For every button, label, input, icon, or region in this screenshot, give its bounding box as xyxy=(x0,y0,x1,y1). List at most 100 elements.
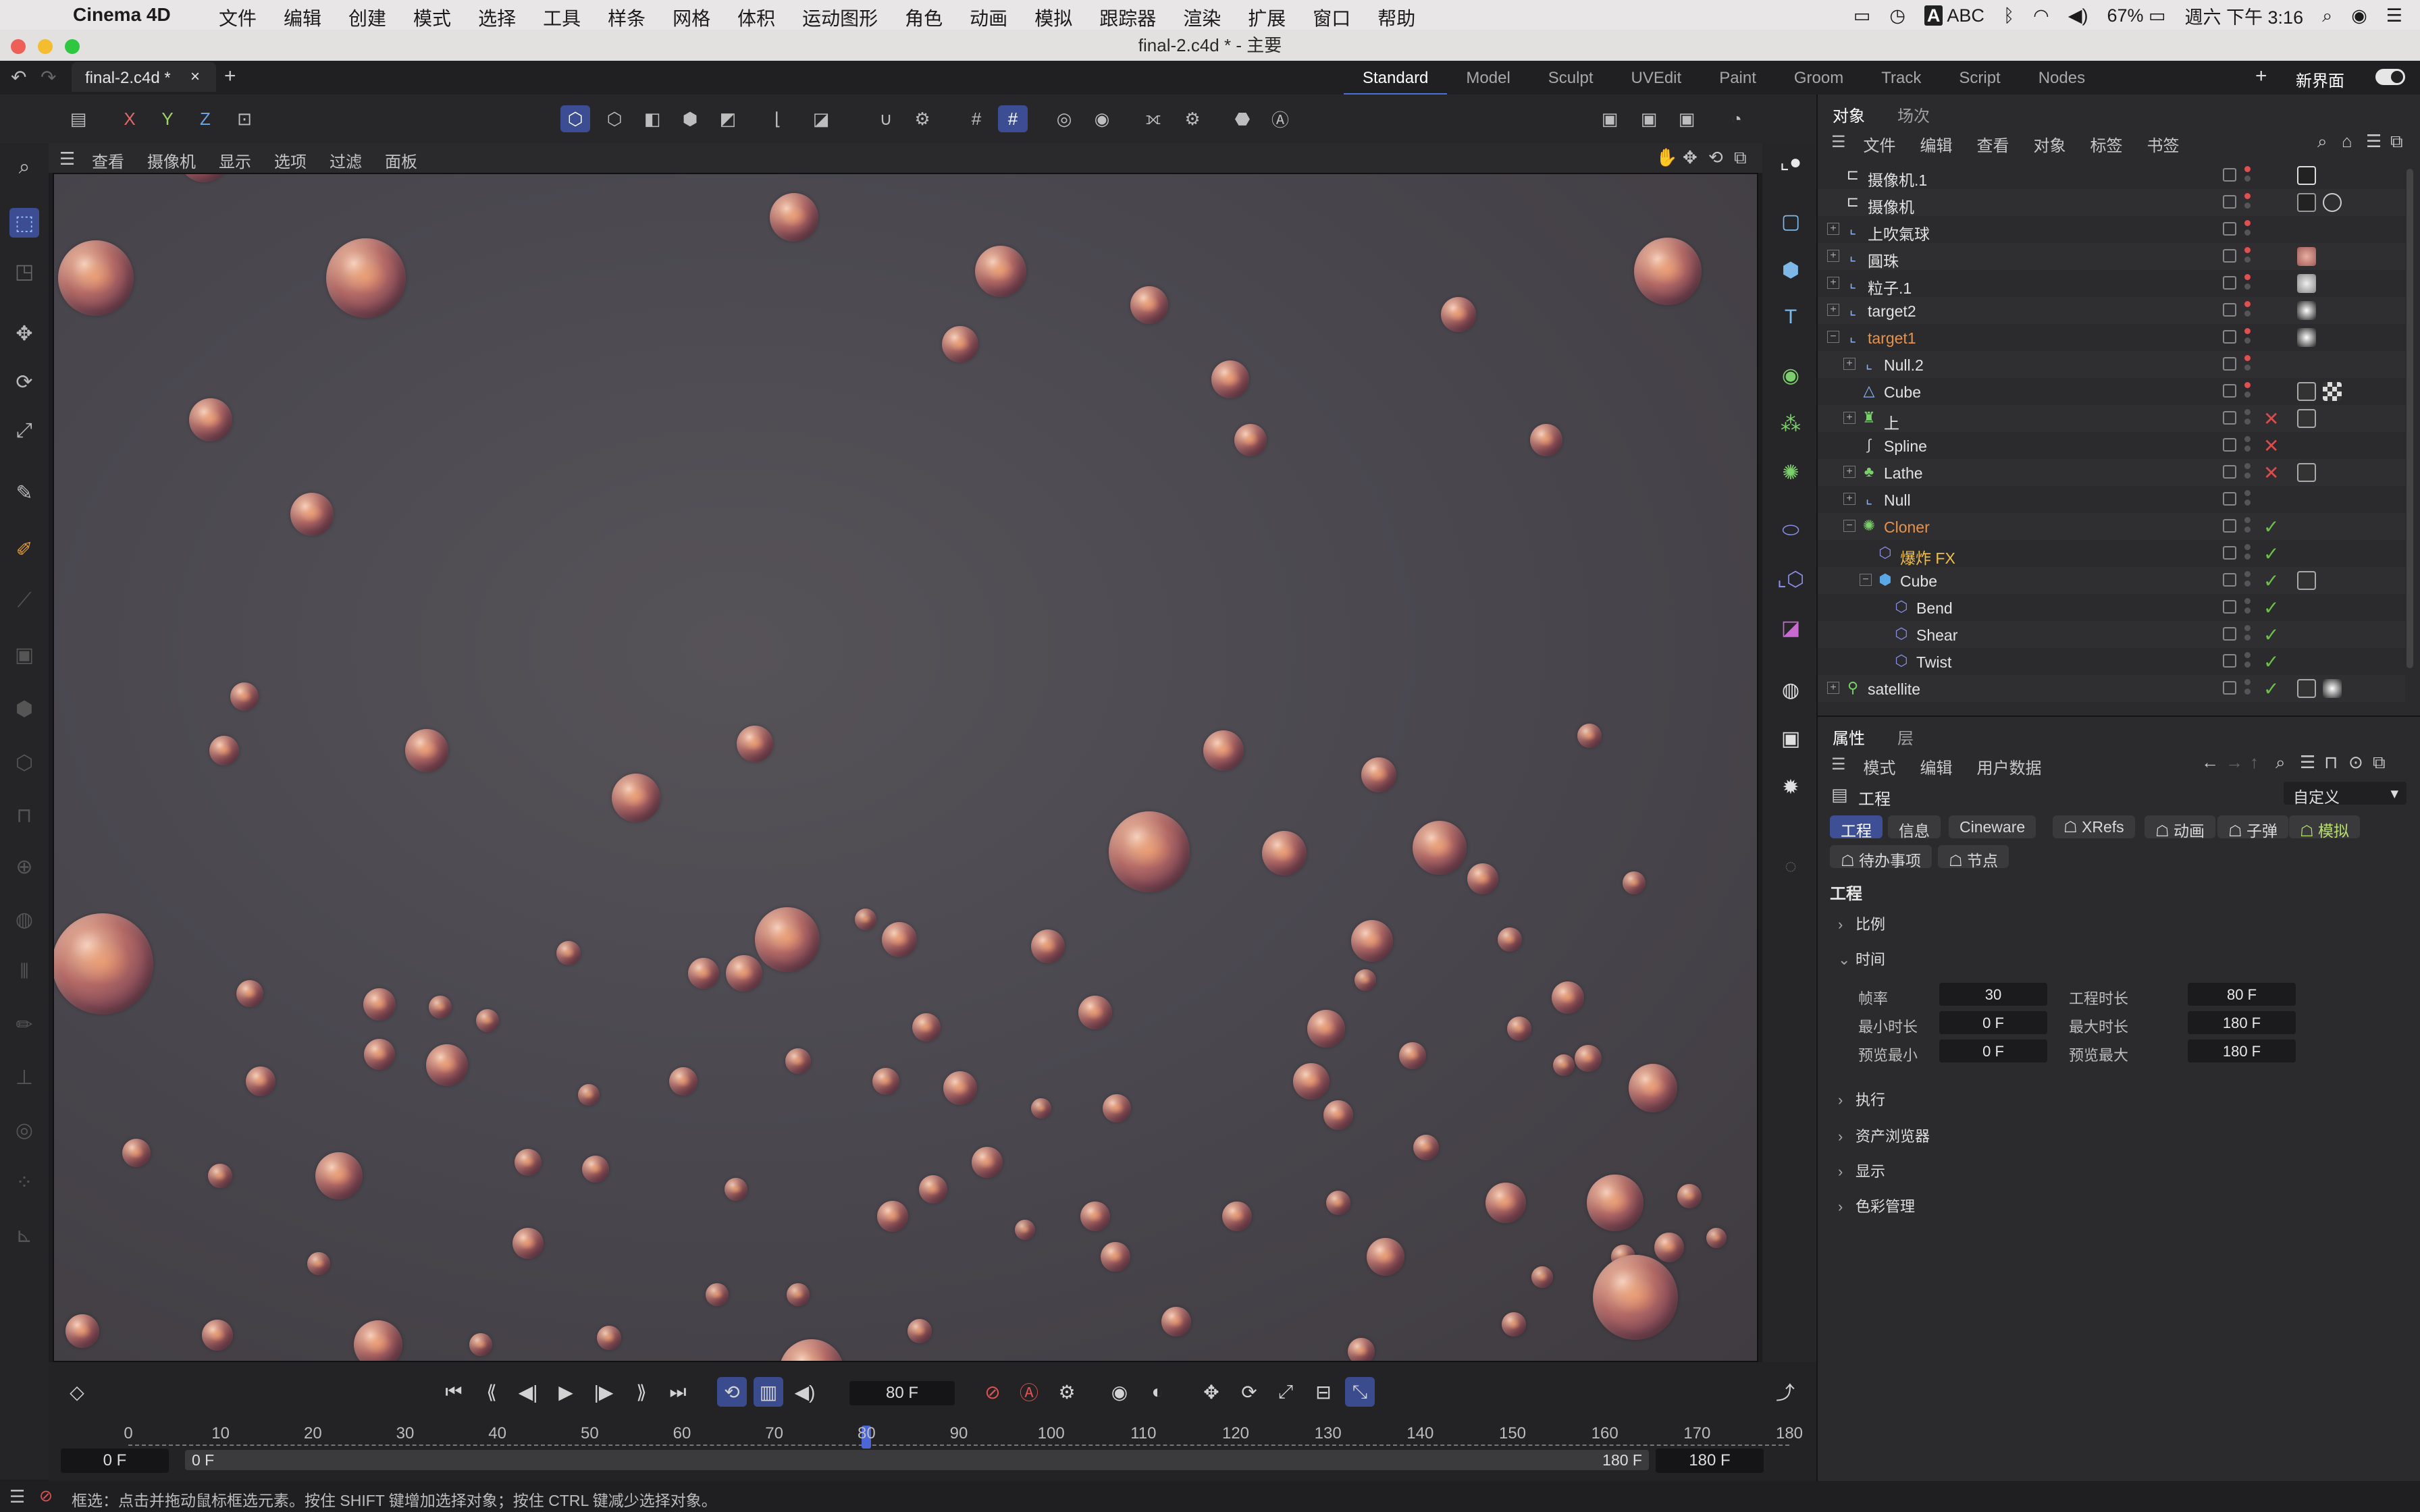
stamp-tool-icon[interactable]: ⊥ xyxy=(9,1062,39,1092)
enabled-check-icon[interactable]: ✓ xyxy=(2263,624,2279,646)
pen-tool-icon[interactable]: ✎ xyxy=(9,478,39,508)
phong-tag-icon[interactable] xyxy=(2297,409,2316,428)
visibility-dots[interactable] xyxy=(2244,571,2251,590)
preset-dropdown[interactable]: 自定义 ▾ xyxy=(2284,782,2406,806)
menu-item[interactable]: 样条 xyxy=(608,4,646,31)
phong-tag-icon[interactable] xyxy=(2297,679,2316,698)
layer-checkbox[interactable] xyxy=(2223,195,2236,209)
expand-toggle[interactable]: + xyxy=(1827,304,1839,316)
previous-frame-icon[interactable]: ◀| xyxy=(513,1377,543,1407)
visibility-dots[interactable] xyxy=(2244,193,2251,212)
enabled-check-icon[interactable]: ✓ xyxy=(2263,516,2279,538)
render-picture-viewer-icon[interactable]: ▣ xyxy=(1634,105,1664,132)
points-tool-icon[interactable]: ⁘ xyxy=(9,1168,39,1197)
preview-range-bar[interactable]: 0 F 180 F xyxy=(185,1450,1649,1470)
expand-toggle[interactable]: − xyxy=(1827,331,1839,343)
param-key-icon[interactable]: ⊟ xyxy=(1309,1377,1338,1407)
auto-solo-icon[interactable]: Ⓐ xyxy=(1265,105,1295,132)
timeline-window-icon[interactable]: ⤴ xyxy=(1770,1377,1800,1407)
layer-checkbox[interactable] xyxy=(2223,303,2236,317)
layer-checkbox[interactable] xyxy=(2223,573,2236,587)
attr-subtab[interactable]: ☖ 待办事项 xyxy=(1830,845,1932,869)
time-field-input[interactable]: 80 F xyxy=(2188,983,2296,1006)
object-row[interactable]: ⬡ Twist ✓ xyxy=(1818,648,2405,675)
disabled-tag-icon[interactable] xyxy=(2323,193,2342,212)
bevel-tool-icon[interactable]: ⬡ xyxy=(9,748,39,778)
object-row[interactable]: ⊏ 摄像机 xyxy=(1818,189,2405,216)
visibility-dots[interactable] xyxy=(2244,220,2251,239)
redshift-icon[interactable]: ◔ xyxy=(1722,105,1752,132)
up-arrow-icon[interactable]: ↑ xyxy=(2250,752,2259,773)
time-field-input[interactable]: 0 F xyxy=(1939,1040,2047,1062)
edges-mode-icon[interactable]: ◧ xyxy=(637,105,667,132)
visibility-dots[interactable] xyxy=(2244,679,2251,698)
attr-subtab[interactable]: Cineware xyxy=(1949,815,2036,838)
visibility-dots[interactable] xyxy=(2244,355,2251,374)
viewport-hamburger-icon[interactable]: ☰ xyxy=(59,148,75,169)
light-object-icon[interactable]: ✹ xyxy=(1774,771,1807,803)
object-row[interactable]: − ⌞ target1 xyxy=(1818,324,2405,351)
expand-toggle[interactable]: + xyxy=(1843,358,1856,370)
layer-checkbox[interactable] xyxy=(2223,249,2236,263)
object-row[interactable]: + ⌞ 上吹氣球 xyxy=(1818,216,2405,243)
attr-subtab[interactable]: ☖ 子弹 xyxy=(2217,815,2289,840)
measure-tool-icon[interactable]: ⊾ xyxy=(9,1220,39,1250)
material-tag-icon[interactable] xyxy=(2297,247,2316,266)
attr-group-header[interactable]: › 比例 xyxy=(1838,913,1885,934)
layout-tab[interactable]: Groom xyxy=(1775,69,1862,96)
x-axis-lock[interactable]: X xyxy=(115,105,144,132)
object-menu-item[interactable]: 书签 xyxy=(2147,132,2180,156)
scale-icon[interactable]: ⤢ xyxy=(9,416,39,446)
phong-tag-icon[interactable] xyxy=(2297,463,2316,482)
menu-item[interactable]: 体积 xyxy=(737,4,775,31)
z-axis-lock[interactable]: Z xyxy=(190,105,220,132)
object-row[interactable]: − ⬢ Cube ✓ xyxy=(1818,567,2405,594)
attr-menu-item[interactable]: 模式 xyxy=(1864,755,1896,778)
object-row[interactable]: − ✺ Cloner ✓ xyxy=(1818,513,2405,540)
effector-icon[interactable]: ✺ xyxy=(1774,456,1807,489)
filter-icon[interactable]: ☰ xyxy=(2366,131,2382,152)
brush-tool-icon[interactable]: ✐ xyxy=(9,535,39,564)
keyframe-icon[interactable]: ◇ xyxy=(62,1377,92,1407)
time-field-input[interactable]: 0 F xyxy=(1939,1011,2047,1034)
attr-menu-item[interactable]: 编辑 xyxy=(1920,755,1953,778)
end-frame-field[interactable]: 180 F xyxy=(1656,1449,1764,1473)
attr-subtab[interactable]: ☖ 动画 xyxy=(2145,815,2216,840)
knife-tool-icon[interactable]: ⟋ xyxy=(9,586,39,616)
box-selection-icon[interactable]: ⬚ xyxy=(9,208,39,238)
play-icon[interactable]: ▶ xyxy=(551,1377,581,1407)
orbit-icon[interactable]: ⟲ xyxy=(1708,147,1723,168)
camera-object-icon[interactable]: ▣ xyxy=(1774,722,1807,755)
layout-tab[interactable]: Sculpt xyxy=(1529,69,1612,96)
expand-toggle[interactable]: − xyxy=(1860,574,1872,586)
null-object-icon[interactable]: ⌞● xyxy=(1774,146,1807,178)
loop-icon[interactable]: ⟲ xyxy=(717,1377,747,1407)
object-row[interactable]: + ⌞ Null xyxy=(1818,486,2405,513)
visibility-dots[interactable] xyxy=(2244,436,2251,455)
expand-toggle[interactable]: + xyxy=(1827,223,1839,235)
search-icon[interactable]: ⌕ xyxy=(2317,131,2327,153)
visibility-dots[interactable] xyxy=(2244,517,2251,536)
attr-subtab[interactable]: ☖ XRefs xyxy=(2053,815,2135,838)
expand-toggle[interactable]: + xyxy=(1827,682,1839,694)
attr-subtab[interactable]: 信息 xyxy=(1888,815,1941,840)
menu-item[interactable]: 选择 xyxy=(478,4,516,31)
object-row[interactable]: + ⌞ 粒子.1 xyxy=(1818,270,2405,297)
expand-toggle[interactable]: + xyxy=(1827,250,1839,262)
rotation-key-icon[interactable]: ⟳ xyxy=(1234,1377,1264,1407)
playback-mode-icon[interactable]: ▥ xyxy=(754,1377,783,1407)
coordinate-system-icon[interactable]: ⊡ xyxy=(230,105,259,132)
scale-key-icon[interactable]: ⤢ xyxy=(1271,1377,1300,1407)
expand-toggle[interactable]: + xyxy=(1843,412,1856,424)
object-row[interactable]: △ Cube xyxy=(1818,378,2405,405)
document-tab[interactable]: final-2.c4d * × xyxy=(72,62,216,92)
texture-mode-icon[interactable]: ◪ xyxy=(806,105,836,132)
object-list-scrollbar[interactable] xyxy=(2406,169,2413,668)
minimize-window-button[interactable] xyxy=(38,39,53,54)
display-icon[interactable]: ▭ xyxy=(1853,5,1871,26)
symmetry-icon[interactable]: ◉ xyxy=(1087,105,1117,132)
keyframe-lock-icon[interactable]: ◉ xyxy=(1105,1377,1134,1407)
start-frame-field[interactable]: 0 F xyxy=(61,1449,169,1473)
layer-checkbox[interactable] xyxy=(2223,465,2236,479)
new-window-icon[interactable]: ⧉ xyxy=(2373,752,2386,774)
